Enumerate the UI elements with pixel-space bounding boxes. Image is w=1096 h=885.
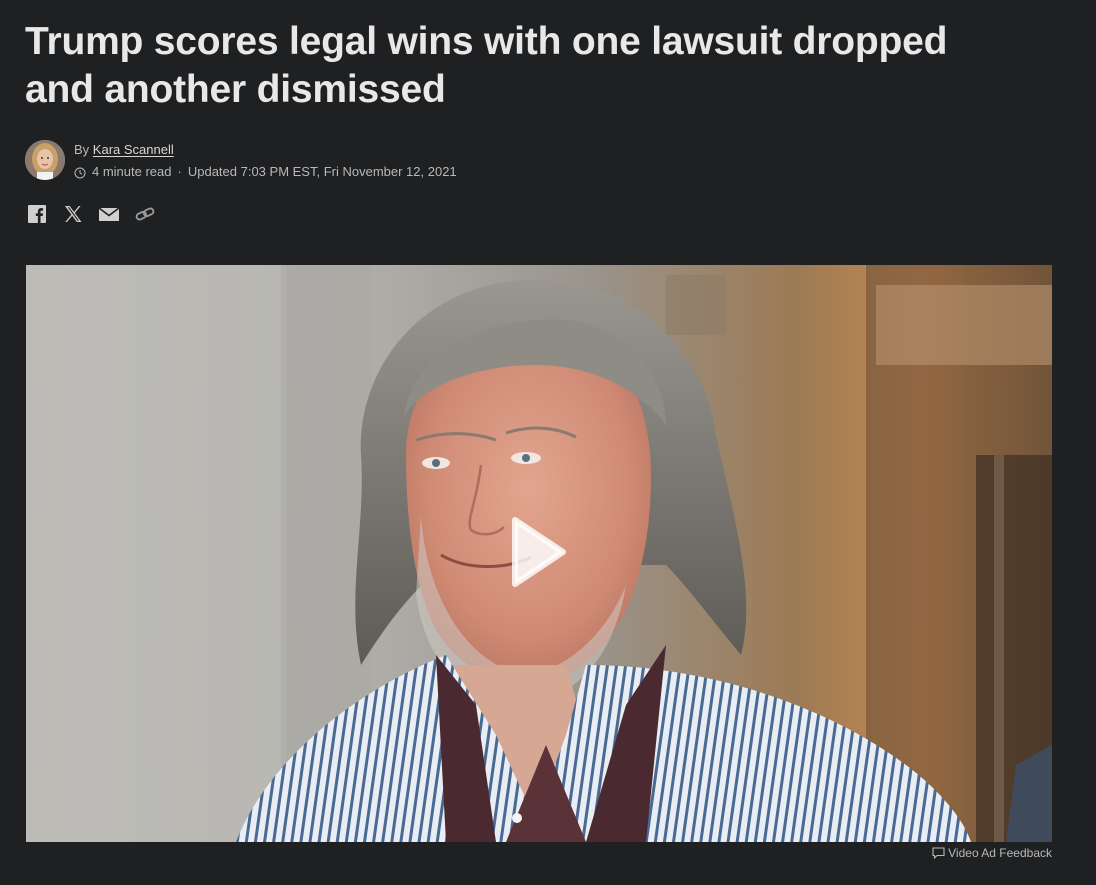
link-icon[interactable] bbox=[134, 203, 156, 225]
byline-meta-row: 4 minute read · Updated 7:03 PM EST, Fri… bbox=[74, 163, 457, 181]
feedback-label: Video Ad Feedback bbox=[948, 846, 1052, 860]
author-link[interactable]: Kara Scannell bbox=[93, 142, 174, 157]
updated-timestamp: Updated 7:03 PM EST, Fri November 12, 20… bbox=[187, 164, 457, 179]
video-player[interactable] bbox=[26, 265, 1052, 842]
email-icon[interactable] bbox=[98, 203, 120, 225]
article-page: Trump scores legal wins with one lawsuit… bbox=[0, 0, 1096, 885]
byline: By Kara Scannell 4 minute read · Updated… bbox=[25, 140, 457, 181]
share-bar bbox=[26, 203, 170, 225]
byline-prefix: By bbox=[74, 142, 93, 157]
feedback-icon bbox=[932, 847, 945, 859]
meta-separator: · bbox=[177, 164, 182, 179]
article-headline: Trump scores legal wins with one lawsuit… bbox=[25, 20, 948, 111]
play-icon[interactable] bbox=[509, 514, 569, 590]
read-time: 4 minute read bbox=[92, 164, 172, 179]
x-icon[interactable] bbox=[62, 203, 84, 225]
facebook-icon[interactable] bbox=[26, 203, 48, 225]
byline-author-row: By Kara Scannell bbox=[74, 140, 457, 160]
video-ad-feedback[interactable]: Video Ad Feedback bbox=[932, 846, 1052, 860]
clock-icon bbox=[74, 166, 86, 179]
author-avatar[interactable] bbox=[25, 140, 65, 180]
